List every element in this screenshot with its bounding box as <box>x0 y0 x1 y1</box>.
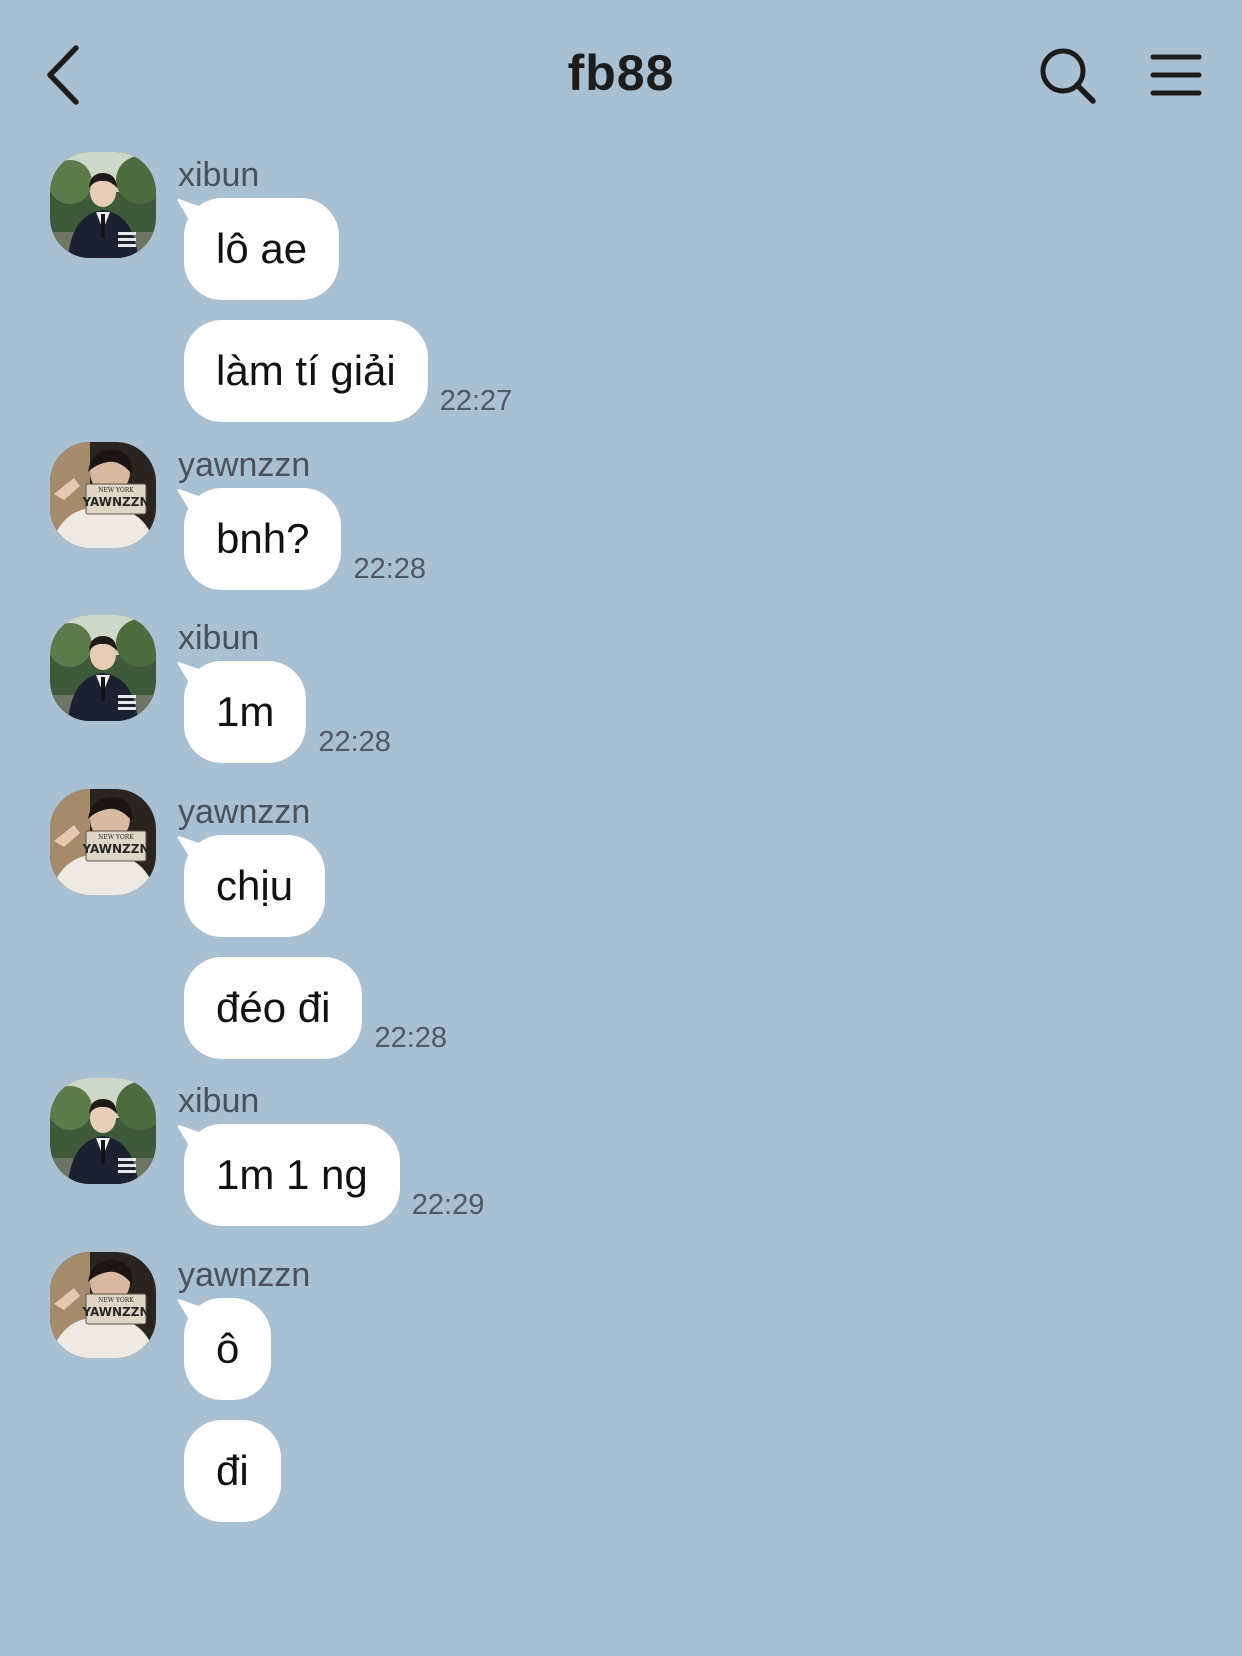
message-row: làm tí giải 22:27 <box>184 320 512 422</box>
message-bubble[interactable]: bnh? <box>184 488 342 590</box>
avatar[interactable] <box>50 152 156 258</box>
search-icon <box>1040 48 1096 104</box>
message-row: ô <box>184 1298 272 1400</box>
sender-name: yawnzzn <box>178 793 311 831</box>
chevron-left-icon <box>47 45 79 105</box>
sender-name: yawnzzn <box>178 446 311 484</box>
message-row: 1m 1 ng 22:29 <box>184 1124 484 1226</box>
avatar[interactable] <box>50 1078 156 1184</box>
svg-text:YAWNZZN: YAWNZZN <box>81 842 149 856</box>
message-bubble[interactable]: ô <box>184 1298 272 1400</box>
message-bubble[interactable]: lô ae <box>184 198 340 300</box>
message-bubble[interactable]: 1m <box>184 661 307 763</box>
message-bubble[interactable]: chịu <box>184 835 326 937</box>
message-row: lô ae <box>184 198 340 300</box>
message-bubble[interactable]: đi <box>184 1420 281 1522</box>
message-row: đi <box>184 1420 281 1522</box>
svg-text:NEW YORK: NEW YORK <box>98 834 134 841</box>
message-timestamp: 22:28 <box>374 1022 448 1054</box>
message-timestamp: 22:28 <box>318 726 391 758</box>
sender-name: xibun <box>178 619 260 657</box>
search-button[interactable] <box>1038 46 1098 106</box>
chat-screen: fb88 xibun lô ae làm tí giải 22:27 NEW Y… <box>0 0 1242 1656</box>
menu-button[interactable] <box>1150 52 1202 98</box>
message-bubble[interactable]: đéo đi <box>184 957 363 1059</box>
back-button[interactable] <box>40 40 90 110</box>
message-row: chịu <box>184 835 326 937</box>
message-bubble[interactable]: làm tí giải <box>184 320 428 422</box>
avatar[interactable]: NEW YORK YAWNZZN <box>50 442 156 548</box>
sender-name: yawnzzn <box>178 1256 311 1294</box>
hamburger-menu-icon <box>1150 54 1202 96</box>
avatar[interactable] <box>50 615 156 721</box>
svg-text:NEW YORK: NEW YORK <box>98 487 134 494</box>
message-row: 1m 22:28 <box>184 661 391 763</box>
avatar[interactable]: NEW YORK YAWNZZN <box>50 789 156 895</box>
message-bubble[interactable]: 1m 1 ng <box>184 1124 400 1226</box>
svg-text:NEW YORK: NEW YORK <box>98 1297 134 1304</box>
avatar[interactable]: NEW YORK YAWNZZN <box>50 1252 156 1358</box>
message-row: đéo đi 22:28 <box>184 957 447 1059</box>
sender-name: xibun <box>178 1082 260 1120</box>
message-timestamp: 22:28 <box>353 553 427 585</box>
message-timestamp: 22:27 <box>439 385 513 417</box>
svg-text:YAWNZZN: YAWNZZN <box>81 495 149 509</box>
svg-text:YAWNZZN: YAWNZZN <box>81 1305 149 1319</box>
sender-name: xibun <box>178 156 260 194</box>
chat-header: fb88 <box>0 0 1242 150</box>
message-row: bnh? 22:28 <box>184 488 426 590</box>
message-timestamp: 22:29 <box>411 1189 485 1221</box>
